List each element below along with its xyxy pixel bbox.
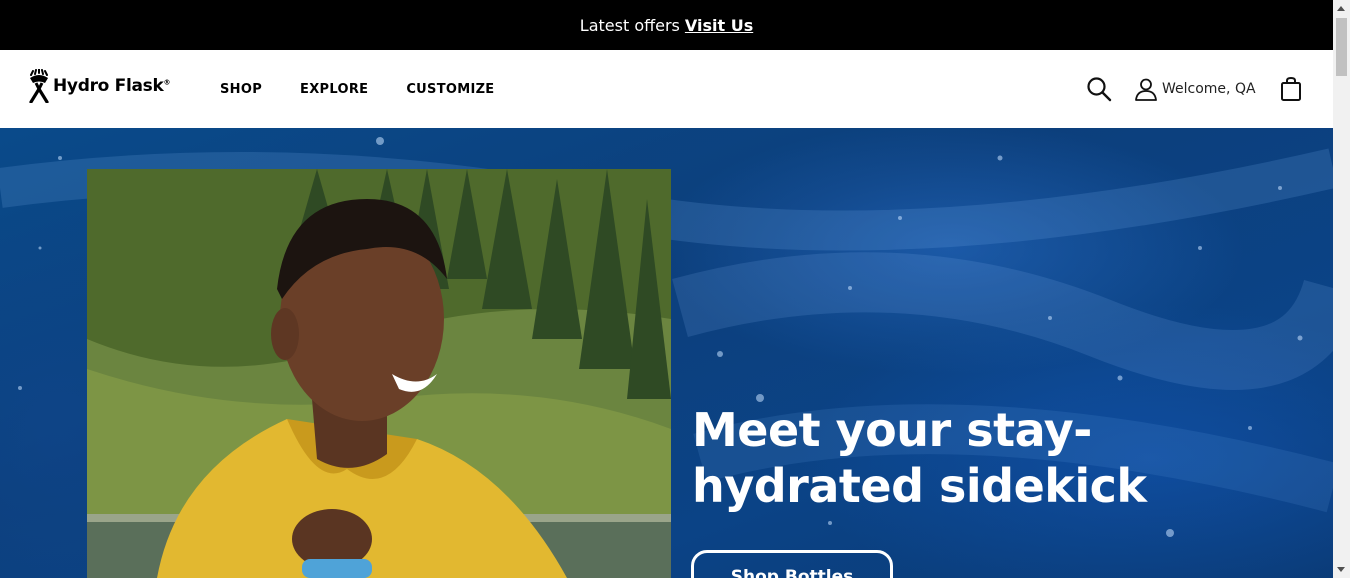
search-button[interactable] [1086,75,1114,103]
scrollbar-thumb[interactable] [1336,18,1347,76]
shopping-bag-icon [1280,76,1301,101]
header-tools: Welcome, QA [1086,50,1304,128]
search-icon [1087,77,1112,102]
logo-text: Hydro Flask® [53,76,171,96]
cart-button[interactable] [1280,75,1304,103]
hero-banner: Meet your stay-hydrated sidekick Shop Bo… [0,128,1333,578]
visit-us-link[interactable]: Visit Us [685,16,753,35]
nav-customize[interactable]: CUSTOMIZE [406,82,494,97]
hero-photo-illustration [87,169,671,578]
scroll-up-icon[interactable] [1337,6,1345,11]
main-nav: SHOP EXPLORE CUSTOMIZE [220,50,495,128]
hero-heading: Meet your stay-hydrated sidekick [692,403,1147,513]
nav-shop[interactable]: SHOP [220,82,262,97]
hero-image [87,169,671,578]
promo-banner: Latest offers Visit Us [0,0,1333,50]
user-icon [1135,78,1157,101]
site-header: Hydro Flask® SHOP EXPLORE CUSTOMIZE Welc… [0,50,1333,128]
account-button[interactable]: Welcome, QA [1134,77,1256,101]
account-label: Welcome, QA [1162,81,1256,97]
hydro-flask-logo[interactable]: Hydro Flask® [27,69,170,103]
scroll-down-icon[interactable] [1337,567,1345,572]
promo-text: Latest offers [579,15,680,35]
nav-explore[interactable]: EXPLORE [300,82,368,97]
hydro-flask-logo-icon [29,69,49,103]
page-scrollbar[interactable] [1333,0,1350,578]
shop-bottles-button[interactable]: Shop Bottles [691,550,893,578]
